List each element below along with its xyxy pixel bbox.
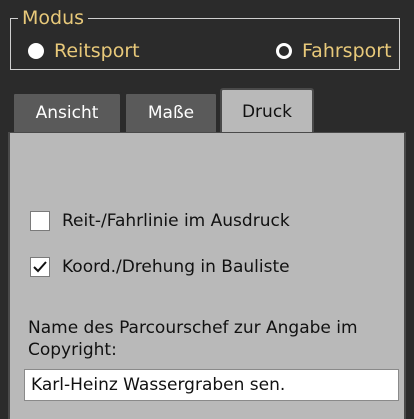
radio-reitsport-label: Reitsport — [54, 40, 140, 62]
checkmark-icon — [33, 261, 47, 273]
checkbox-row-fahrlinie[interactable]: Reit-/Fahrlinie im Ausdruck — [30, 211, 290, 231]
tab-masse[interactable]: Maße — [124, 92, 218, 132]
copyright-name-input[interactable] — [24, 369, 399, 401]
checkbox-fahrlinie-label: Reit-/Fahrlinie im Ausdruck — [62, 211, 290, 231]
radio-reitsport[interactable]: Reitsport — [28, 40, 140, 62]
tab-bar: Ansicht Maße Druck — [0, 88, 414, 134]
druck-panel: Reit-/Fahrlinie im Ausdruck Koord./Drehu… — [8, 132, 406, 419]
radio-fahrsport[interactable]: Fahrsport — [276, 40, 392, 62]
radio-selected-icon — [28, 43, 44, 59]
checkbox-koord[interactable] — [30, 257, 50, 277]
checkbox-koord-label: Koord./Drehung in Bauliste — [62, 257, 290, 277]
checkbox-fahrlinie[interactable] — [30, 211, 50, 231]
tab-druck[interactable]: Druck — [220, 88, 314, 134]
tab-ansicht[interactable]: Ansicht — [12, 92, 122, 132]
radio-unselected-icon — [276, 43, 292, 59]
copyright-label: Name des Parcourschef zur Angabe im Copy… — [28, 318, 358, 360]
modus-title: Modus — [18, 8, 89, 28]
radio-fahrsport-label: Fahrsport — [302, 40, 392, 62]
checkbox-row-koord[interactable]: Koord./Drehung in Bauliste — [30, 257, 290, 277]
